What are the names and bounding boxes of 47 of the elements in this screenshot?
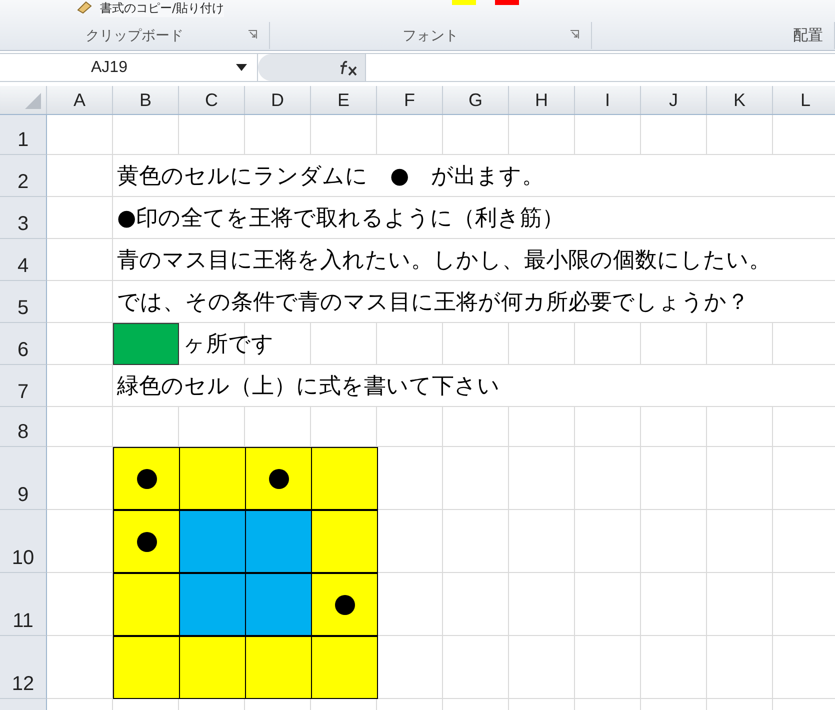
- row-header[interactable]: 1: [0, 115, 47, 155]
- caret-icon[interactable]: [236, 64, 247, 71]
- cell-text: ヶ所です: [183, 331, 274, 359]
- group-label: フォント: [402, 26, 458, 44]
- column-header[interactable]: K: [707, 86, 773, 114]
- cell-text: 黄色のセルにランダムに ● が出ます。: [117, 163, 544, 191]
- answer-cell[interactable]: [113, 323, 179, 365]
- color-swatch[interactable]: [495, 0, 519, 5]
- paintbrush-icon[interactable]: [76, 0, 94, 14]
- column-header[interactable]: D: [245, 86, 311, 114]
- cell-text: ●印の全てを王将で取れるように（利き筋）: [117, 205, 564, 233]
- column-header[interactable]: F: [377, 86, 443, 114]
- column-header[interactable]: B: [113, 86, 179, 114]
- row-header[interactable]: 9: [0, 447, 47, 510]
- dialog-launcher-icon[interactable]: [248, 30, 257, 39]
- column-header[interactable]: I: [575, 86, 641, 114]
- row-header[interactable]: 10: [0, 510, 47, 573]
- dialog-launcher-icon[interactable]: [570, 30, 579, 39]
- dot-icon: [136, 532, 156, 552]
- name-box[interactable]: AJ19: [0, 54, 258, 81]
- column-header[interactable]: H: [509, 86, 575, 114]
- group-label: 配置: [793, 26, 823, 45]
- triangle-icon: [24, 92, 42, 110]
- cell-text: では、その条件で青のマス目に王将が何カ所必要でしょうか？: [117, 289, 749, 317]
- row-header[interactable]: 2: [0, 155, 47, 197]
- column-header[interactable]: L: [773, 86, 835, 114]
- row-header[interactable]: 12: [0, 636, 47, 699]
- color-swatch[interactable]: [452, 0, 476, 5]
- row-header[interactable]: 11: [0, 573, 47, 636]
- cell-text: 緑色のセル（上）に式を書いて下さい: [117, 373, 500, 401]
- row-header[interactable]: 7: [0, 365, 47, 407]
- column-header[interactable]: J: [641, 86, 707, 114]
- row-header[interactable]: 5: [0, 281, 47, 323]
- row-header[interactable]: 4: [0, 239, 47, 281]
- row-header[interactable]: 3: [0, 197, 47, 239]
- row-header[interactable]: 6: [0, 323, 47, 365]
- format-painter-button[interactable]: 書式のコピー/貼り付け: [100, 0, 224, 17]
- cell-text: 青のマス目に王将を入れたい。しかし、最小限の個数にしたい。: [117, 247, 771, 275]
- row-header[interactable]: 8: [0, 407, 47, 447]
- column-header[interactable]: C: [179, 86, 245, 114]
- column-header[interactable]: G: [443, 86, 509, 114]
- column-header[interactable]: A: [47, 86, 113, 114]
- dot-icon: [334, 594, 354, 614]
- column-header[interactable]: E: [311, 86, 377, 114]
- group-label: クリップボード: [86, 26, 184, 44]
- dot-icon: [136, 468, 156, 488]
- dot-icon: [268, 468, 288, 488]
